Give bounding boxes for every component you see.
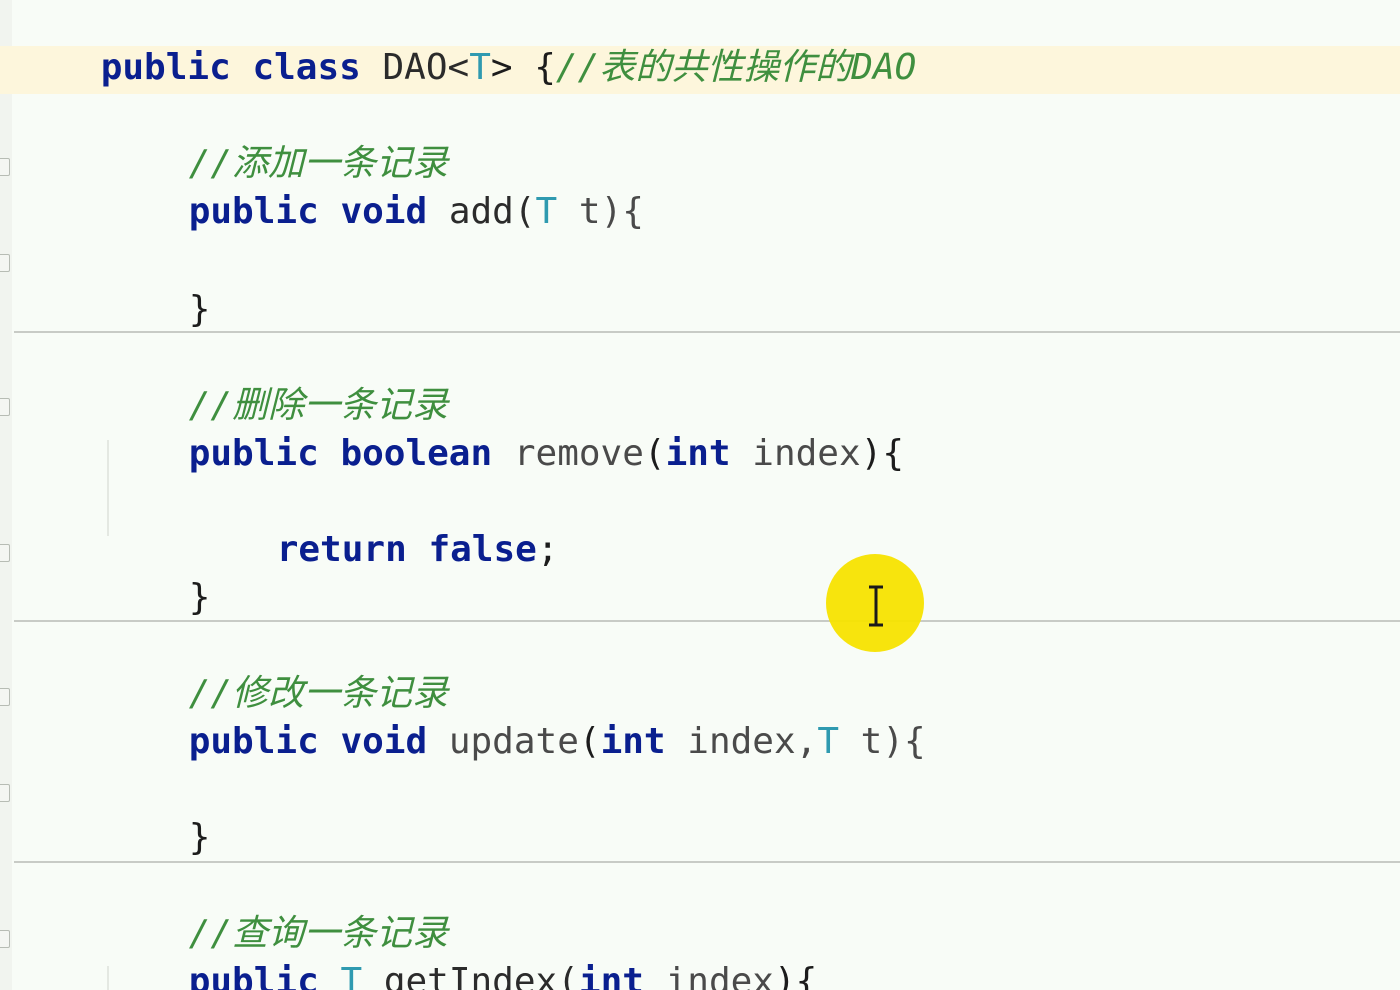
code-line[interactable]: return false;: [190, 478, 559, 570]
text-cursor-icon: [869, 585, 883, 627]
keyword: false: [428, 529, 537, 570]
keyword: void: [340, 191, 428, 232]
closing-brace: }: [188, 577, 211, 618]
type-parameter: T: [817, 721, 839, 762]
keyword: return: [276, 529, 407, 570]
gutter[interactable]: [0, 0, 12, 990]
fold-icon[interactable]: [0, 398, 10, 416]
comment: //表的共性操作的DAO: [555, 47, 917, 88]
code-line[interactable]: public boolean remove(int index){: [102, 382, 904, 474]
fold-icon[interactable]: [0, 688, 10, 706]
code-line[interactable]: public class DAO<T> {//表的共性操作的DAO: [14, 0, 917, 88]
keyword: public: [188, 191, 319, 232]
parameter: index: [730, 433, 861, 474]
punctuation: ){: [860, 433, 905, 474]
method-name: remove: [513, 433, 644, 474]
keyword: public: [100, 47, 231, 88]
code-line[interactable]: }: [102, 238, 211, 330]
type-parameter: T: [340, 961, 363, 990]
fold-icon[interactable]: [0, 254, 10, 272]
keyword: public: [188, 433, 319, 474]
code-line[interactable]: //查询一条记录: [102, 862, 448, 954]
keyword: boolean: [340, 433, 493, 474]
code-line[interactable]: //修改一条记录: [102, 622, 448, 714]
code-line[interactable]: //添加一条记录: [102, 92, 448, 184]
type-parameter: T: [469, 47, 491, 88]
parameter: index,: [665, 721, 818, 762]
keyword: int: [600, 721, 666, 762]
code-line[interactable]: }: [102, 526, 211, 618]
keyword: void: [340, 721, 428, 762]
closing-brace: }: [188, 817, 211, 858]
type-parameter: T: [535, 191, 558, 232]
keyword: int: [665, 433, 731, 474]
fold-icon[interactable]: [0, 544, 10, 562]
method-separator: [14, 331, 1400, 333]
fold-icon[interactable]: [0, 158, 10, 176]
code-line[interactable]: }: [102, 766, 211, 858]
code-line[interactable]: public void update(int index,T t){: [102, 670, 926, 762]
method-name: add(: [448, 191, 536, 232]
method-name: getIndex(: [383, 961, 579, 990]
fold-icon[interactable]: [0, 930, 10, 948]
parameter: t){: [839, 721, 926, 762]
keyword: public: [188, 721, 319, 762]
code-line[interactable]: //删除一条记录: [102, 334, 448, 426]
class-name: DAO<: [382, 47, 470, 88]
method-name: update: [448, 721, 579, 762]
parameter: index: [643, 961, 774, 990]
keyword: class: [252, 47, 361, 88]
punctuation: ){: [773, 961, 818, 990]
keyword: public: [188, 961, 319, 990]
code-line[interactable]: public T getIndex(int index){: [102, 910, 818, 990]
closing-brace: }: [188, 289, 211, 330]
punctuation: (: [578, 721, 601, 762]
punctuation: (: [643, 433, 666, 474]
code-editor[interactable]: public class DAO<T> {//表的共性操作的DAO //添加一条…: [0, 0, 1400, 990]
punctuation: ;: [536, 529, 559, 570]
code-line[interactable]: public void add(T t){: [102, 140, 644, 232]
keyword: int: [578, 961, 644, 990]
parameter: t){: [557, 191, 644, 232]
punctuation: > {: [490, 47, 556, 88]
fold-icon[interactable]: [0, 784, 10, 802]
